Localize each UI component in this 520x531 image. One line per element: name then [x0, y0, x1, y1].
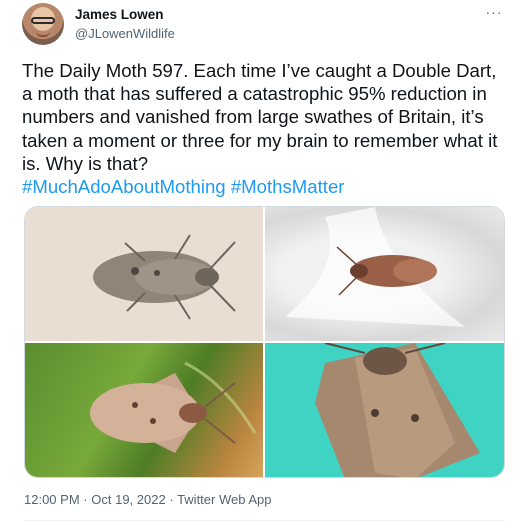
more-options-icon[interactable]: ··· [484, 4, 504, 20]
hashtag-list: #MuchAdoAboutMothing #MothsMatter [22, 176, 344, 197]
mouth-shape [36, 31, 50, 37]
tweet-meta: 12:00 PM · Oct 19, 2022 · Twitter Web Ap… [24, 492, 271, 507]
tweet-time[interactable]: 12:00 PM [24, 492, 80, 507]
meta-separator: · [83, 492, 88, 507]
moth-illustration [285, 207, 465, 327]
moth-photo-2[interactable] [265, 207, 504, 341]
avatar[interactable] [22, 3, 64, 45]
moth-illustration [315, 343, 480, 477]
divider [24, 520, 505, 521]
moth-photo-4[interactable] [265, 343, 504, 477]
author-name[interactable]: James Lowen [75, 7, 164, 22]
moth-photo-3[interactable] [25, 343, 263, 477]
tweet-date[interactable]: Oct 19, 2022 [91, 492, 165, 507]
meta-separator: · [169, 492, 174, 507]
tweet-body: The Daily Moth 597. Each time I’ve caugh… [22, 60, 503, 174]
tweet-card: James Lowen @JLowenWildlife ··· The Dail… [0, 0, 520, 531]
hashtag-link[interactable]: #MuchAdoAboutMothing [22, 176, 226, 197]
moth-photo-1[interactable] [25, 207, 263, 341]
hashtag-link[interactable]: #MothsMatter [231, 176, 345, 197]
moth-illustration [93, 234, 236, 320]
tweet-source[interactable]: Twitter Web App [177, 492, 271, 507]
media-grid [24, 206, 505, 478]
moth-illustration [90, 361, 257, 453]
glasses-shape [31, 17, 55, 24]
tweet-text: The Daily Moth 597. Each time I’ve caugh… [22, 59, 500, 198]
author-handle[interactable]: @JLowenWildlife [75, 26, 175, 41]
